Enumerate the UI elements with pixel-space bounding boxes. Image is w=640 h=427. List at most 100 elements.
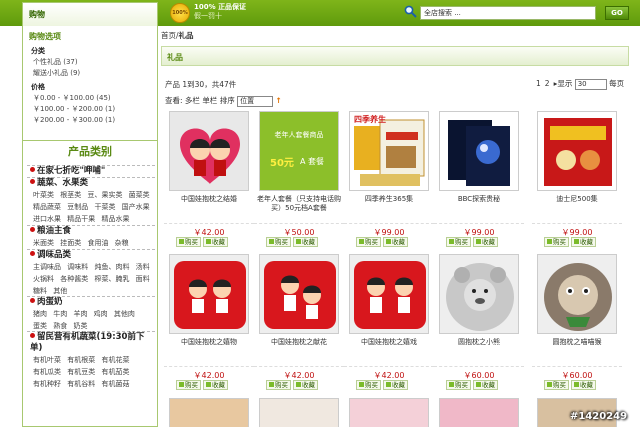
favorite-button[interactable]: 收藏	[203, 237, 228, 247]
category-sub-links[interactable]: 叶菜类 根茎类 豆、果实类 菌菜类	[27, 189, 155, 201]
buy-button[interactable]: 购买	[356, 380, 381, 390]
product-name[interactable]: 中国娃抱枕之献花	[254, 338, 344, 347]
category-sub-links[interactable]: 米面类 挂面类 食用油 杂粮	[27, 237, 155, 249]
category-head[interactable]: 粮油主食	[27, 225, 155, 237]
heart-icon	[386, 239, 391, 244]
view-single-link[interactable]: 单栏	[202, 96, 217, 105]
category-block: 在家七折吃"呷哺"	[27, 165, 155, 177]
favorite-button[interactable]: 收藏	[571, 237, 596, 247]
category-sub-links[interactable]: 有机叶菜 有机根菜 有机花菜	[27, 354, 155, 366]
product-card: 四季养生 四季养生365集 ￥99.00 购买 收藏	[344, 111, 434, 259]
buy-button[interactable]: 购买	[266, 380, 291, 390]
product-name[interactable]: 老年人套餐（只支持电话购买）50元档A套餐	[254, 195, 344, 213]
product-image[interactable]	[349, 254, 429, 334]
product-image-partial[interactable]	[169, 398, 249, 427]
category-sub-links[interactable]: 主调味品 调味料 炖鱼、肉料 汤料	[27, 261, 155, 273]
category-sub-links[interactable]: 有机种籽 有机谷料 有机菌菇	[27, 378, 155, 390]
category-head[interactable]: 蔬菜、水果类	[27, 177, 155, 189]
favorite-button[interactable]: 收藏	[383, 237, 408, 247]
product-name[interactable]: BBC探索贵秘	[434, 195, 524, 204]
category-filter-item[interactable]: 耀送小礼品 (9)	[23, 67, 157, 78]
buy-button[interactable]: 购买	[356, 237, 381, 247]
banner-plan: A 套餐	[300, 157, 325, 166]
category-head[interactable]: 调味品类	[27, 249, 155, 261]
shopping-options-title: 购物选项	[29, 32, 61, 41]
buy-button[interactable]: 购买	[176, 380, 201, 390]
price-filter-item[interactable]: ￥200.00 - ￥300.00 (1)	[23, 114, 157, 125]
cart-icon	[179, 382, 184, 387]
product-actions: 购买 收藏	[544, 380, 624, 390]
sort-select[interactable]: 位置	[237, 95, 274, 107]
page-link[interactable]: 2	[545, 79, 550, 88]
product-image[interactable]	[537, 254, 617, 334]
favorite-button[interactable]: 收藏	[203, 380, 228, 390]
view-mode-label: 查看: 多栏	[165, 96, 200, 105]
category-head[interactable]: 留民营有机蔬菜(19:30前下单)	[27, 331, 155, 354]
price-filter-item[interactable]: ￥0.00 - ￥100.00 (45)	[23, 92, 157, 103]
product-card: 中国娃抱枕之嬉戏 ￥42.00 购买 收藏	[344, 254, 434, 402]
cart-icon	[547, 239, 552, 244]
buy-button[interactable]: 购买	[266, 237, 291, 247]
product-name[interactable]: 中国娃抱枕之结婚	[164, 195, 254, 204]
product-price: ￥42.00	[254, 366, 344, 381]
page-link[interactable]: 1	[536, 79, 541, 88]
buy-button[interactable]: 购买	[176, 237, 201, 247]
top-bar: 购物 100% 100% 正品保证 假一罚十 全店搜索 ... GO	[0, 0, 640, 26]
category-head[interactable]: 在家七折吃"呷哺"	[27, 165, 155, 177]
favorite-button[interactable]: 收藏	[293, 237, 318, 247]
product-actions: 购买 收藏	[356, 380, 436, 390]
product-image[interactable]: 老年人套餐商品 50元 A 套餐	[259, 111, 339, 191]
price-filter-item[interactable]: ￥100.00 - ￥200.00 (1)	[23, 103, 157, 114]
product-name[interactable]: 中国娃抱枕之嬉物	[164, 338, 254, 347]
product-name[interactable]: 中国娃抱枕之嬉戏	[344, 338, 434, 347]
search-input[interactable]: 全店搜索 ...	[420, 6, 596, 20]
category-sub-links[interactable]: 进口水果 精品干果 精品水果	[27, 213, 155, 225]
product-price: ￥42.00	[164, 366, 254, 381]
section-title-bar: 礼品	[161, 46, 629, 66]
favorite-button[interactable]: 收藏	[293, 380, 318, 390]
product-image[interactable]	[169, 254, 249, 334]
sidebar: 购物选项 分类 个性礼品 (37) 耀送小礼品 (9) 价格 ￥0.00 - ￥…	[22, 26, 158, 427]
product-name[interactable]: 圆抱枕之喵喵猴	[532, 338, 622, 347]
search-go-button[interactable]: GO	[605, 6, 629, 20]
product-actions: 购买 收藏	[176, 380, 256, 390]
product-image[interactable]	[169, 111, 249, 191]
cart-tab[interactable]: 购物	[22, 2, 158, 26]
buy-button[interactable]: 购买	[544, 380, 569, 390]
product-image[interactable]	[439, 254, 519, 334]
product-image-partial[interactable]	[259, 398, 339, 427]
category-sub-links[interactable]: 火锅料 各种酱类 榨菜、腌乳 面料	[27, 273, 155, 285]
product-image-partial[interactable]	[349, 398, 429, 427]
sort-direction-icon[interactable]: ↑	[275, 96, 281, 105]
buy-button[interactable]: 购买	[446, 237, 471, 247]
product-image[interactable]	[537, 111, 617, 191]
product-name[interactable]: 圆抱枕之小熊	[434, 338, 524, 347]
guarantee-badge-icon: 100%	[170, 3, 190, 23]
item-count: 产品 1到30，共47件	[165, 80, 237, 89]
category-head[interactable]: 肉蛋奶	[27, 296, 155, 308]
category-sub-links[interactable]: 精品蔬菜 豆制品 干菜类 国产水果	[27, 201, 155, 213]
product-price: ￥99.00	[532, 223, 622, 238]
favorite-button[interactable]: 收藏	[383, 380, 408, 390]
buy-button[interactable]: 购买	[544, 237, 569, 247]
favorite-button[interactable]: 收藏	[473, 237, 498, 247]
category-sub-links[interactable]: 有机瓜类 有机豆类 有机茄类	[27, 366, 155, 378]
cart-icon	[449, 382, 454, 387]
category-filter-item[interactable]: 个性礼品 (37)	[23, 56, 157, 67]
favorite-button[interactable]: 收藏	[571, 380, 596, 390]
product-name[interactable]: 迪士尼500集	[532, 195, 622, 204]
product-image-partial[interactable]	[439, 398, 519, 427]
product-image[interactable]	[259, 254, 339, 334]
product-actions: 购买 收藏	[544, 237, 624, 247]
product-name[interactable]: 四季养生365集	[344, 195, 434, 204]
buy-button[interactable]: 购买	[446, 380, 471, 390]
heart-icon	[386, 382, 391, 387]
product-image[interactable]	[439, 111, 519, 191]
breadcrumb-home[interactable]: 首页	[161, 31, 176, 40]
heart-icon	[206, 382, 211, 387]
per-page-select[interactable]: 30	[574, 78, 607, 90]
category-sub-links[interactable]: 猪肉 牛肉 羊肉 鸡肉 其他肉	[27, 308, 155, 320]
cart-icon	[359, 239, 364, 244]
favorite-button[interactable]: 收藏	[473, 380, 498, 390]
product-image[interactable]: 四季养生	[349, 111, 429, 191]
